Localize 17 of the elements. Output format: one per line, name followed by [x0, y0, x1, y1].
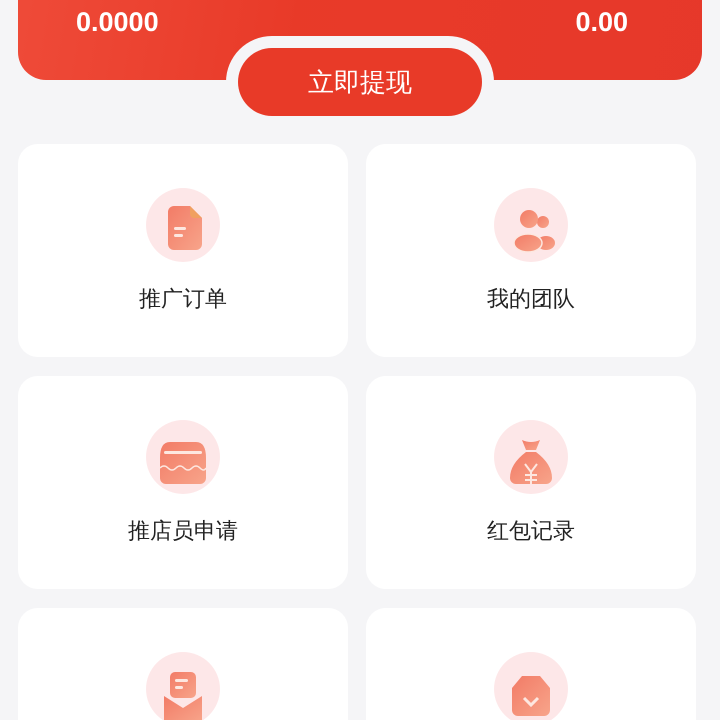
envelope-icon: [146, 652, 220, 720]
money-bag-icon: [494, 420, 568, 494]
menu-card[interactable]: 红包记录: [366, 376, 696, 589]
balance-amount: 0.00: [575, 6, 628, 39]
balance-amount: 0.0000: [76, 6, 159, 39]
menu-label: 推广订单: [139, 285, 227, 313]
people-icon: [494, 188, 568, 262]
shield-icon: [494, 652, 568, 720]
menu-label: 推店员申请: [128, 517, 238, 545]
menu-label: 我的团队: [487, 285, 575, 313]
document-icon: [146, 188, 220, 262]
menu-card[interactable]: 推广订单: [18, 144, 348, 357]
menu-card[interactable]: 我的团队: [366, 144, 696, 357]
menu-card[interactable]: 推店员申请: [18, 376, 348, 589]
withdraw-button[interactable]: 立即提现: [238, 48, 482, 116]
storefront-icon: [146, 420, 220, 494]
menu-label: 红包记录: [487, 517, 575, 545]
